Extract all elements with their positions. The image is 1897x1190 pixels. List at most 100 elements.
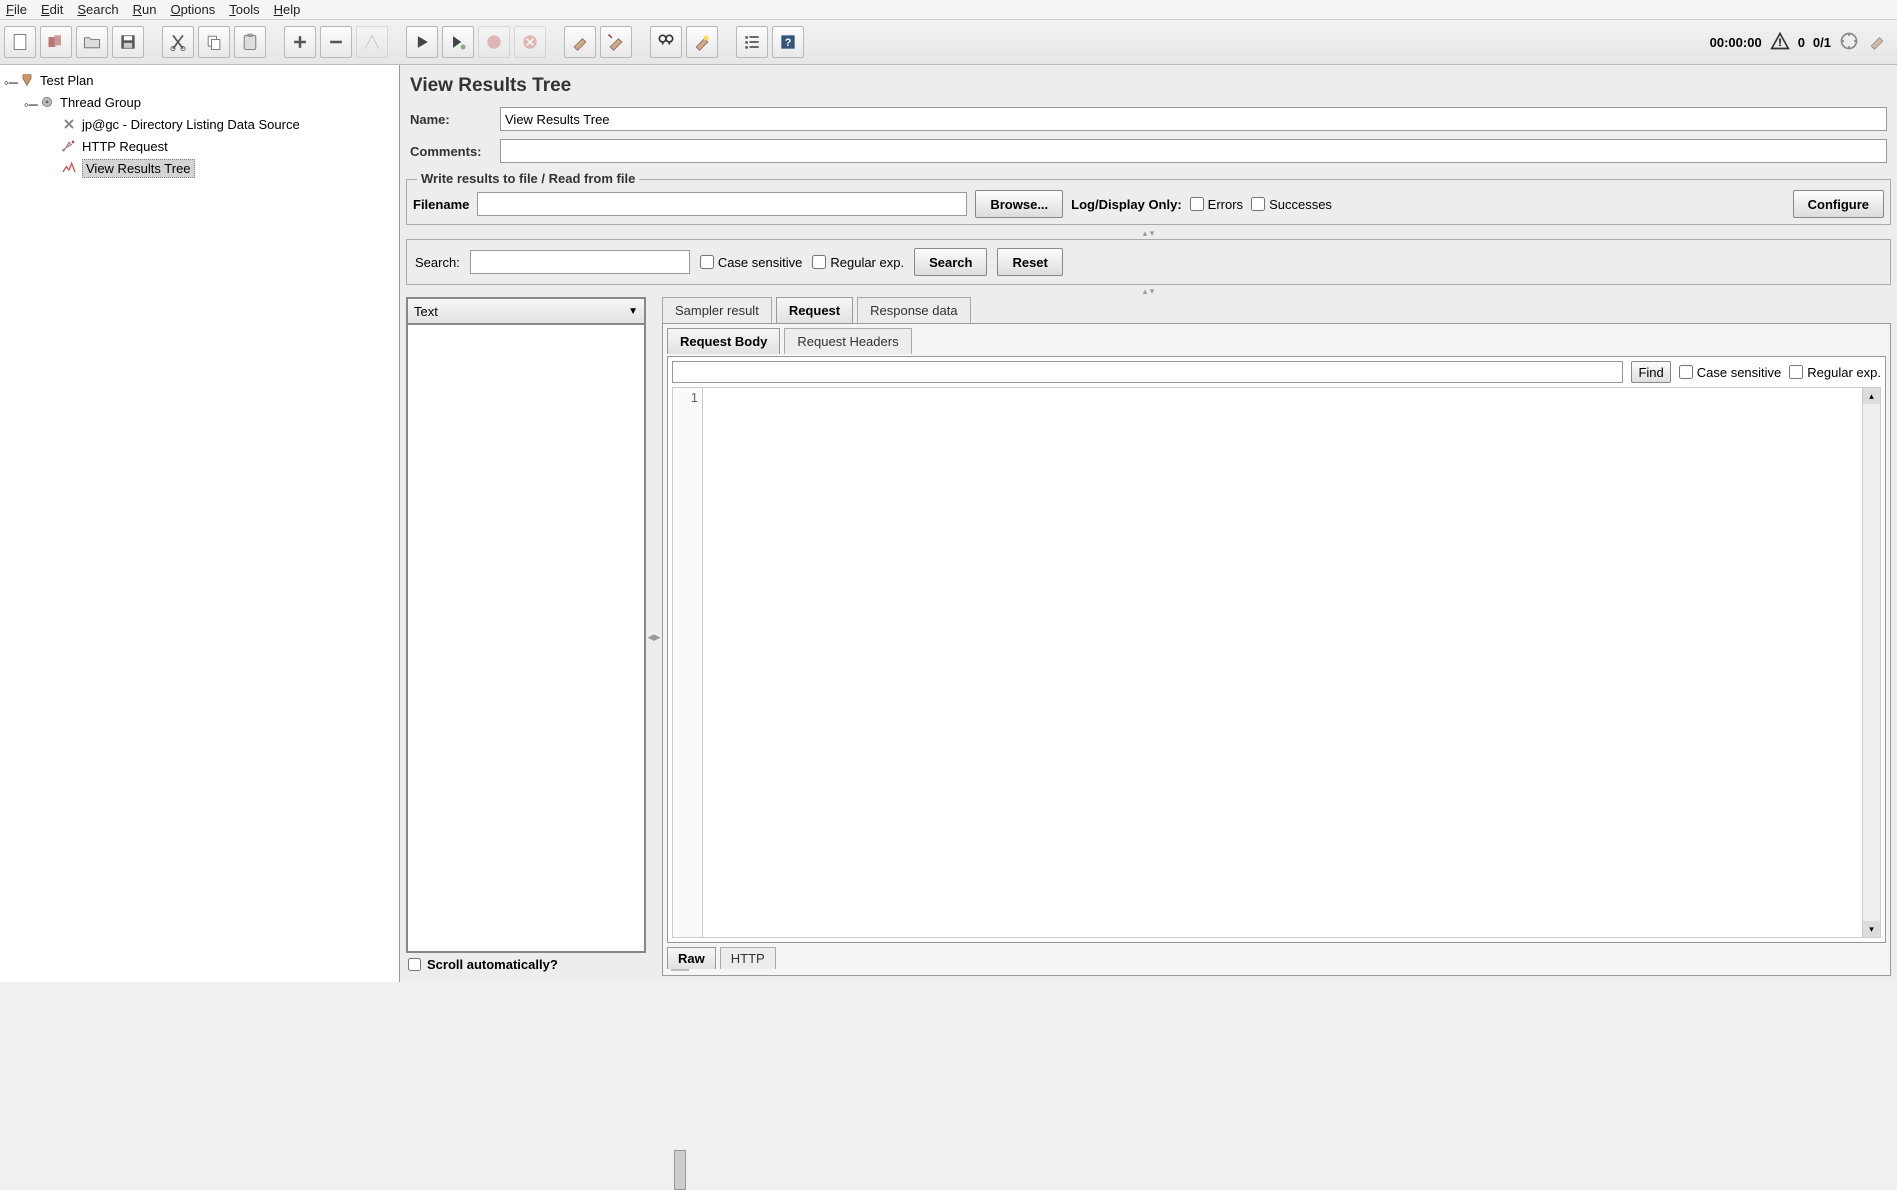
tab-request-body[interactable]: Request Body <box>667 328 780 354</box>
menu-edit[interactable]: Edit <box>41 2 63 17</box>
clear-icon[interactable] <box>564 26 596 58</box>
tab-request-headers[interactable]: Request Headers <box>784 328 911 354</box>
copy-icon[interactable] <box>198 26 230 58</box>
toolbar: ? 00:00:00 ! 0 0/1 <box>0 20 1897 65</box>
search-label: Search: <box>415 255 460 270</box>
search-button[interactable]: Search <box>914 248 987 276</box>
renderer-value: Text <box>414 304 438 319</box>
tree-node-thread-group[interactable]: ◦─ Thread Group <box>0 91 399 113</box>
paste-icon[interactable] <box>234 26 266 58</box>
comments-label: Comments: <box>410 144 490 159</box>
filename-label: Filename <box>413 197 469 212</box>
open-icon[interactable] <box>76 26 108 58</box>
regex-checkbox[interactable] <box>812 255 826 269</box>
save-icon[interactable] <box>112 26 144 58</box>
warning-icon[interactable]: ! <box>1770 31 1790 54</box>
thread-count: 0/1 <box>1813 35 1831 50</box>
find-case-label: Case sensitive <box>1697 365 1782 380</box>
threadgroup-icon <box>38 93 56 111</box>
comments-input[interactable] <box>500 139 1887 163</box>
tree-node-http-request[interactable]: HTTP Request <box>0 135 399 157</box>
tree-node-view-results-tree[interactable]: View Results Tree <box>0 157 399 179</box>
svg-text:?: ? <box>785 37 792 49</box>
find-input[interactable] <box>672 361 1623 383</box>
errors-checkbox[interactable] <box>1190 197 1204 211</box>
splitter-horizontal[interactable]: ▴ ▾ <box>400 229 1897 237</box>
browse-button[interactable]: Browse... <box>975 190 1063 218</box>
testplan-icon <box>18 71 36 89</box>
reset-button[interactable]: Reset <box>997 248 1062 276</box>
elapsed-time: 00:00:00 <box>1710 35 1762 50</box>
splitter-vertical[interactable]: ◂▸ <box>650 297 658 976</box>
inner-scrollbar[interactable]: ▴▾ <box>1862 388 1880 937</box>
results-list[interactable] <box>406 325 646 953</box>
configure-button[interactable]: Configure <box>1793 190 1884 218</box>
collapse-icon[interactable] <box>320 26 352 58</box>
tree-node-test-plan[interactable]: ◦─ Test Plan <box>0 69 399 91</box>
renderer-dropdown[interactable]: Text <box>406 297 646 325</box>
line-gutter: 1 <box>673 388 703 937</box>
config-icon <box>60 115 78 133</box>
toggle-icon[interactable] <box>356 26 388 58</box>
menu-search[interactable]: Search <box>77 2 118 17</box>
clear-all-icon[interactable] <box>600 26 632 58</box>
menu-bar: File Edit Search Run Options Tools Help <box>0 0 1897 20</box>
splitter-horizontal[interactable]: ▴ ▾ <box>400 287 1897 295</box>
sampler-icon <box>60 137 78 155</box>
menu-help[interactable]: Help <box>274 2 301 17</box>
tree-label: View Results Tree <box>82 159 195 178</box>
warning-count: 0 <box>1798 35 1805 50</box>
file-output-fieldset: Write results to file / Read from file F… <box>406 179 1891 225</box>
start-no-pause-icon[interactable] <box>442 26 474 58</box>
search-icon[interactable] <box>650 26 682 58</box>
menu-file[interactable]: File <box>6 2 27 17</box>
request-body-text[interactable]: 1 ▴▾ <box>672 387 1881 938</box>
listener-icon <box>60 159 78 177</box>
function-helper-icon[interactable] <box>736 26 768 58</box>
name-input[interactable] <box>500 107 1887 131</box>
menu-tools[interactable]: Tools <box>229 2 259 17</box>
successes-label: Successes <box>1269 197 1332 212</box>
tab-sampler-result[interactable]: Sampler result <box>662 297 772 323</box>
test-plan-tree[interactable]: ◦─ Test Plan ◦─ Thread Group jp@gc - Dir… <box>0 65 400 982</box>
tree-label: Thread Group <box>60 95 141 110</box>
reset-search-icon[interactable] <box>686 26 718 58</box>
svg-text:!: ! <box>1778 37 1782 49</box>
filename-input[interactable] <box>477 192 967 216</box>
successes-checkbox[interactable] <box>1251 197 1265 211</box>
tree-node-datasource[interactable]: jp@gc - Directory Listing Data Source <box>0 113 399 135</box>
name-label: Name: <box>410 112 490 127</box>
results-search-bar: Search: Case sensitive Regular exp. Sear… <box>406 239 1891 285</box>
templates-icon[interactable] <box>40 26 72 58</box>
gc-icon[interactable] <box>1867 31 1887 54</box>
expand-icon[interactable] <box>284 26 316 58</box>
tree-label: HTTP Request <box>82 139 168 154</box>
tree-toggle-icon[interactable]: ◦─ <box>24 97 34 107</box>
find-case-checkbox[interactable] <box>1679 365 1693 379</box>
find-button[interactable]: Find <box>1631 361 1670 383</box>
find-regex-checkbox[interactable] <box>1789 365 1803 379</box>
outer-scrollbar[interactable] <box>671 969 689 971</box>
shutdown-icon[interactable] <box>514 26 546 58</box>
stop-icon[interactable] <box>478 26 510 58</box>
new-file-icon[interactable] <box>4 26 36 58</box>
component-panel: View Results Tree Name: Comments: Write … <box>400 65 1897 982</box>
help-icon[interactable]: ? <box>772 26 804 58</box>
scroll-auto-checkbox[interactable] <box>408 958 421 971</box>
tree-toggle-icon[interactable]: ◦─ <box>4 75 14 85</box>
start-icon[interactable] <box>406 26 438 58</box>
tab-request[interactable]: Request <box>776 297 853 323</box>
find-regex-label: Regular exp. <box>1807 365 1881 380</box>
tab-response-data[interactable]: Response data <box>857 297 970 323</box>
menu-options[interactable]: Options <box>170 2 215 17</box>
tab-raw[interactable]: Raw <box>667 947 716 969</box>
fieldset-legend: Write results to file / Read from file <box>417 171 639 186</box>
case-label: Case sensitive <box>718 255 803 270</box>
cut-icon[interactable] <box>162 26 194 58</box>
tab-http[interactable]: HTTP <box>720 947 776 969</box>
search-input[interactable] <box>470 250 690 274</box>
panel-title: View Results Tree <box>410 75 1887 97</box>
menu-run[interactable]: Run <box>133 2 157 17</box>
active-threads-icon[interactable] <box>1839 31 1859 54</box>
case-checkbox[interactable] <box>700 255 714 269</box>
